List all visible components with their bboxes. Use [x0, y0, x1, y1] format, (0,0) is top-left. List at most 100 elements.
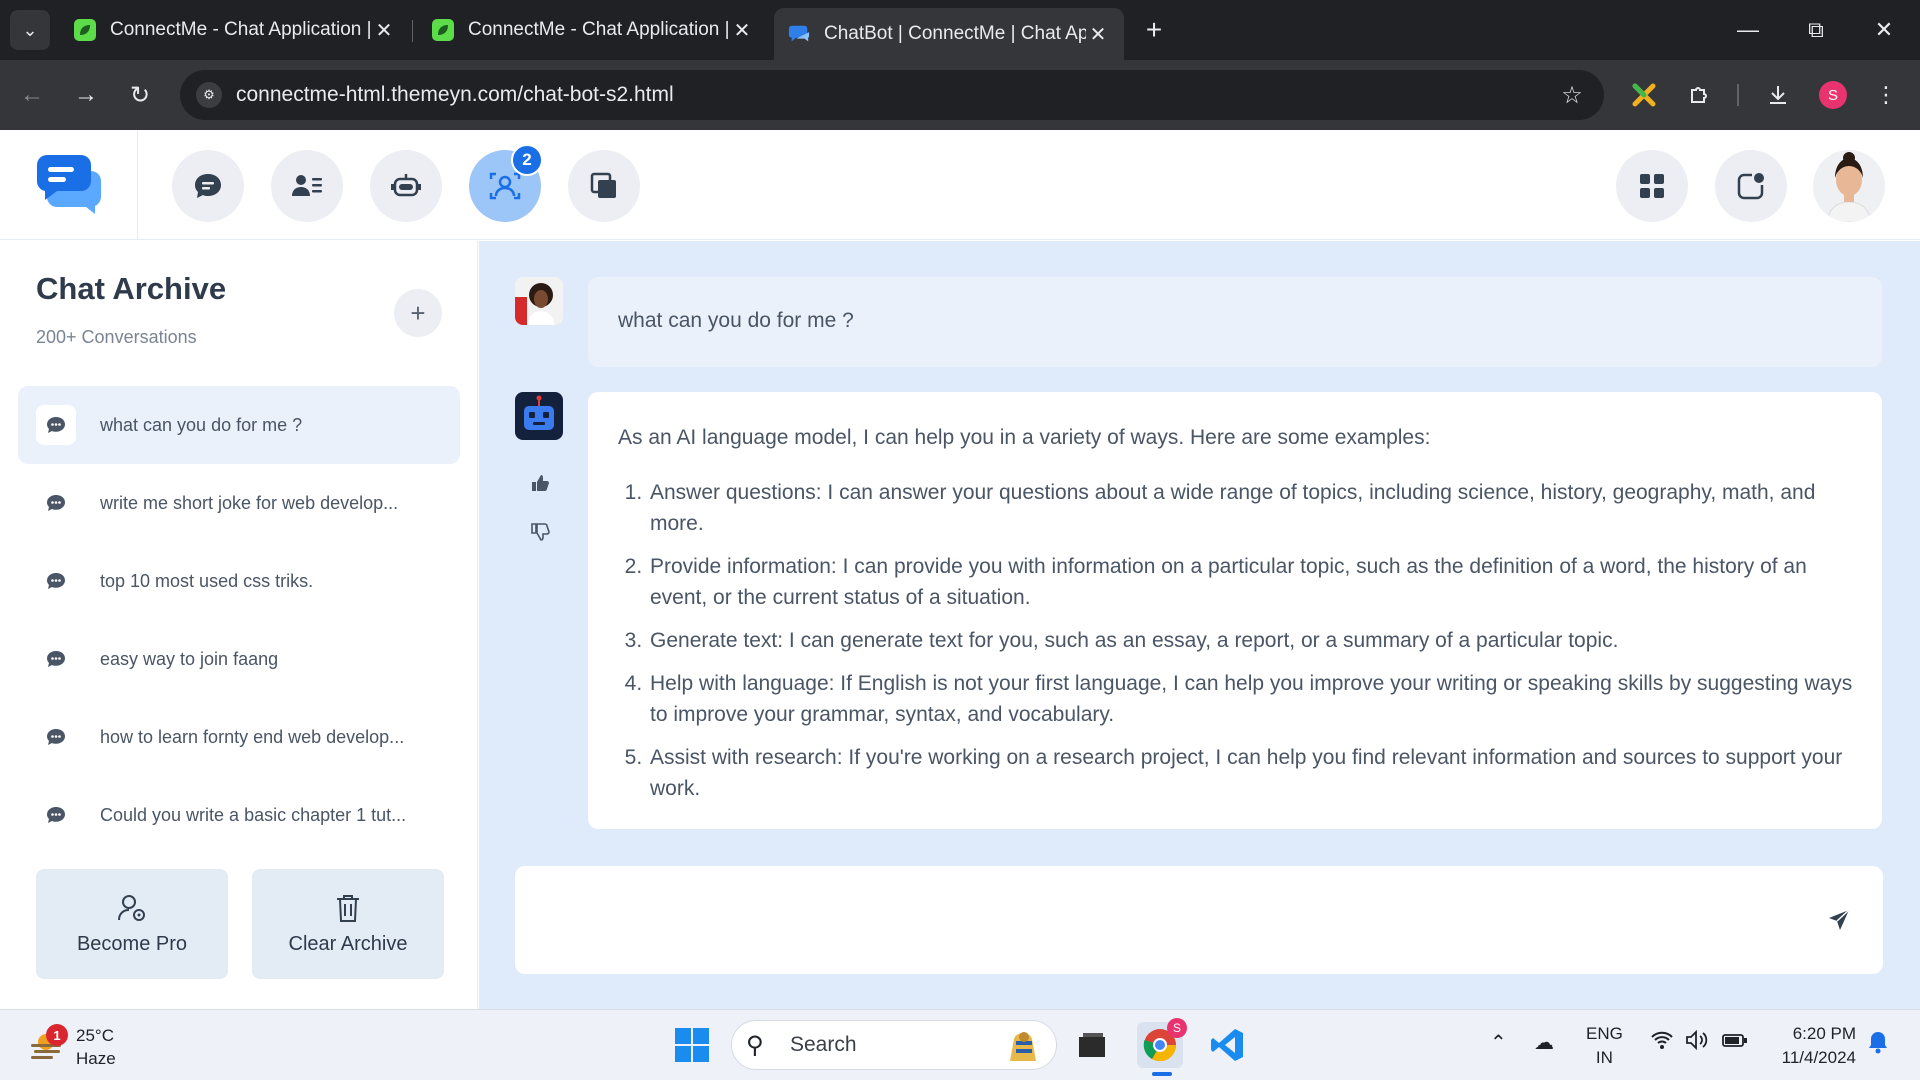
volume-icon[interactable] — [1685, 1029, 1709, 1056]
robot-icon — [515, 392, 563, 440]
clear-archive-label: Clear Archive — [288, 932, 408, 955]
weather-temp: 25°C — [76, 1026, 114, 1045]
thumbs-down-icon[interactable] — [529, 522, 551, 548]
vscode-icon — [1211, 1029, 1243, 1061]
tray-chevron-up-icon[interactable]: ⌃ — [1490, 1030, 1507, 1055]
reload-button[interactable]: ↻ — [122, 77, 158, 113]
leaf-icon — [74, 19, 96, 41]
send-icon — [1829, 909, 1850, 930]
taskbar-file-explorer[interactable] — [1069, 1022, 1115, 1068]
chat-item-label: what can you do for me ? — [100, 414, 303, 435]
taskbar-chrome[interactable]: S — [1137, 1018, 1187, 1068]
user-settings-icon — [118, 894, 145, 921]
toolbar-divider — [1737, 84, 1739, 106]
onedrive-cloud-icon[interactable]: ☁ — [1534, 1030, 1554, 1055]
nav-bot-button[interactable] — [370, 150, 442, 222]
thumbs-up-icon[interactable] — [529, 473, 551, 499]
bot-message-bubble: As an AI language model, I can help you … — [588, 392, 1882, 829]
user-message-text: what can you do for me ? — [618, 309, 854, 332]
site-settings-icon[interactable]: ⚙ — [196, 82, 222, 108]
avatar-image — [1813, 150, 1885, 222]
close-icon: ✕ — [1874, 17, 1894, 42]
apps-grid-button[interactable] — [1616, 150, 1688, 222]
plus-icon: + — [1145, 14, 1163, 45]
browser-menu-button[interactable]: ⋮ — [1868, 77, 1904, 113]
close-icon[interactable]: ✕ — [372, 18, 396, 43]
chevron-down-icon: ⌄ — [22, 19, 38, 40]
wifi-icon[interactable] — [1650, 1030, 1674, 1056]
become-pro-button[interactable]: Become Pro — [36, 869, 228, 979]
battery-icon[interactable] — [1722, 1030, 1748, 1056]
nav-users-button[interactable]: 2 — [469, 144, 543, 222]
browser-tab-bar: ⌄ ConnectMe - Chat Application | ✕ Conne… — [0, 0, 1920, 60]
chat-list-item[interactable]: what can you do for me ? — [18, 386, 460, 464]
address-bar[interactable]: ⚙ connectme-html.themeyn.com/chat-bot-s2… — [180, 70, 1604, 120]
chat-bubble-icon — [36, 561, 76, 601]
chat-item-label: how to learn fornty end web develop... — [100, 726, 405, 747]
user-avatar[interactable] — [1813, 150, 1885, 222]
clock-time: 6:20 PM — [1792, 1024, 1856, 1043]
download-icon[interactable] — [1760, 77, 1796, 113]
chat-icon — [195, 174, 221, 198]
profile-button[interactable]: S — [1815, 77, 1851, 113]
taskbar-vscode[interactable] — [1204, 1022, 1250, 1068]
terminal-icon — [1079, 1033, 1105, 1057]
forward-button[interactable]: → — [68, 77, 104, 113]
tab-title: ConnectMe - Chat Application | — [468, 19, 730, 40]
language-indicator[interactable]: ENG IN — [1586, 1022, 1623, 1070]
nav-chats-button[interactable] — [172, 150, 244, 222]
extensions-puzzle-icon[interactable] — [1681, 77, 1717, 113]
chat-list-item[interactable]: top 10 most used css triks. — [18, 542, 460, 620]
send-button[interactable] — [1823, 904, 1855, 936]
chrome-profile-badge: S — [1167, 1018, 1187, 1038]
bot-icon — [391, 174, 421, 197]
notification-bell-icon[interactable] — [1867, 1030, 1889, 1060]
chat-conversation-area: what can you do for me ? As an AI langua… — [479, 241, 1920, 1009]
bot-answer-list: Answer questions: I can answer your ques… — [618, 477, 1858, 804]
chat-bubble-icon — [36, 483, 76, 523]
trash-icon — [337, 894, 359, 922]
list-item: Help with language: If English is not yo… — [648, 668, 1858, 730]
system-clock[interactable]: 6:20 PM 11/4/2024 — [1770, 1022, 1856, 1070]
chat-list-item[interactable]: write me short joke for web develop... — [18, 464, 460, 542]
browser-tab-3-active[interactable]: ChatBot | ConnectMe | Chat App ✕ — [774, 8, 1124, 60]
message-input[interactable] — [539, 900, 1779, 940]
browser-tab-1[interactable]: ConnectMe - Chat Application | ✕ — [60, 8, 410, 52]
tab-search-button[interactable]: ⌄ — [10, 10, 50, 50]
bookmark-star-icon[interactable]: ☆ — [1552, 81, 1592, 110]
logo-icon — [36, 155, 101, 214]
restore-icon: ⧉ — [1808, 17, 1824, 42]
chat-list-item[interactable]: how to learn fornty end web develop... — [18, 698, 460, 776]
list-item: Answer questions: I can answer your ques… — [648, 477, 1858, 539]
minimize-button[interactable]: — — [1730, 12, 1766, 48]
chat-list-item[interactable]: easy way to join faang — [18, 620, 460, 698]
back-button[interactable]: ← — [14, 77, 50, 113]
list-item: Provide information: I can provide you w… — [648, 551, 1858, 613]
app-logo[interactable] — [0, 130, 138, 240]
browser-tab-2[interactable]: ConnectMe - Chat Application | ✕ — [418, 8, 768, 52]
plus-icon: + — [410, 297, 426, 328]
weather-badge: 1 — [46, 1024, 68, 1046]
extension-icon[interactable] — [1626, 77, 1662, 113]
notifications-button[interactable] — [1715, 150, 1787, 222]
close-icon[interactable]: ✕ — [1086, 22, 1110, 47]
weather-widget[interactable]: 1 25°C Haze — [24, 1020, 154, 1070]
chat-list-item[interactable]: Could you write a basic chapter 1 tut... — [18, 776, 460, 854]
chat-archive-sidebar: Chat Archive 200+ Conversations + what c… — [0, 241, 478, 1009]
nav-contacts-button[interactable] — [271, 150, 343, 222]
become-pro-label: Become Pro — [76, 932, 188, 955]
new-tab-button[interactable]: + — [1138, 14, 1170, 46]
url-text[interactable]: connectme-html.themeyn.com/chat-bot-s2.h… — [236, 83, 1552, 107]
close-icon[interactable]: ✕ — [730, 18, 754, 43]
taskbar-search-label: Search — [790, 1033, 857, 1056]
message-composer — [515, 866, 1883, 974]
restore-button[interactable]: ⧉ — [1798, 12, 1834, 48]
start-button[interactable] — [674, 1027, 710, 1063]
clear-archive-button[interactable]: Clear Archive — [252, 869, 444, 979]
chat-bubble-icon — [36, 717, 76, 757]
new-chat-button[interactable]: + — [394, 289, 442, 337]
taskbar-search[interactable]: ⚲ Search — [731, 1020, 1057, 1070]
nav-windows-button[interactable] — [568, 150, 640, 222]
close-window-button[interactable]: ✕ — [1866, 12, 1902, 48]
sidebar-title: Chat Archive — [36, 271, 227, 306]
